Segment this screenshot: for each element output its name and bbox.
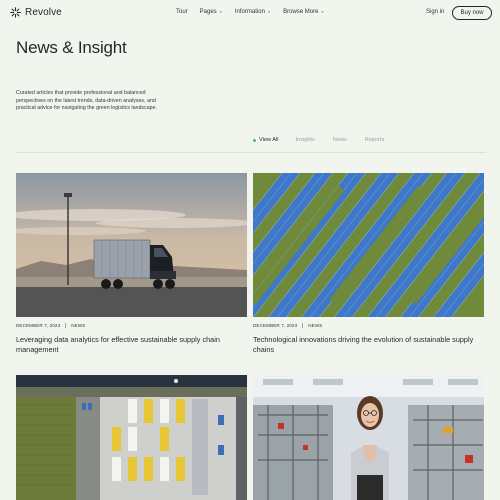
logo[interactable]: Revolve bbox=[10, 7, 62, 18]
tab-insights[interactable]: Insights bbox=[296, 137, 315, 143]
tab-view-all[interactable]: View All bbox=[253, 137, 279, 143]
tab-news[interactable]: News bbox=[333, 137, 347, 143]
article-meta: DECEMBER 7, 2023 NEWS bbox=[16, 323, 85, 328]
tab-label: Insights bbox=[295, 137, 315, 143]
article-title[interactable]: Leveraging data analytics for effective … bbox=[16, 335, 248, 355]
article-image-solar-field[interactable] bbox=[253, 173, 484, 317]
nav-item-label: Browse More bbox=[283, 9, 319, 15]
tab-label: News bbox=[332, 137, 347, 143]
site-header: Revolve Tour Pages ⌄ Information ⌄ Brows… bbox=[0, 0, 500, 28]
chevron-down-icon: ⌄ bbox=[320, 8, 325, 15]
meta-divider bbox=[65, 323, 67, 328]
tab-label: View All bbox=[259, 137, 279, 143]
article-image-factory[interactable] bbox=[253, 375, 484, 500]
nav-item-information[interactable]: Information ⌄ bbox=[234, 8, 272, 16]
nav-item-label: Pages bbox=[199, 9, 217, 15]
chevron-down-icon: ⌄ bbox=[266, 8, 272, 15]
nav-item-browse-more[interactable]: Browse More ⌄ bbox=[283, 8, 325, 16]
article-date: DECEMBER 7, 2023 bbox=[253, 323, 298, 328]
filter-tabs: View All Insights News Reports bbox=[253, 137, 384, 143]
tab-label: Reports bbox=[364, 137, 385, 143]
article-image-truck[interactable] bbox=[16, 173, 247, 317]
active-dot-icon bbox=[253, 138, 256, 142]
article-date: DECEMBER 7, 2023 bbox=[16, 323, 61, 328]
nav-item-label: Information bbox=[234, 9, 265, 15]
chevron-down-icon: ⌄ bbox=[218, 8, 223, 15]
nav-item-tour[interactable]: Tour bbox=[176, 9, 188, 15]
section-divider bbox=[16, 152, 486, 153]
nav-item-pages[interactable]: Pages ⌄ bbox=[199, 8, 223, 16]
sign-in-link[interactable]: Sign in bbox=[426, 9, 444, 15]
logo-text: Revolve bbox=[25, 7, 62, 18]
page-title: News & Insight bbox=[16, 38, 127, 57]
article-meta: DECEMBER 7, 2023 NEWS bbox=[253, 323, 322, 328]
meta-divider bbox=[302, 323, 304, 328]
tab-reports[interactable]: Reports bbox=[365, 137, 385, 143]
article-image-warehouse[interactable] bbox=[16, 375, 247, 500]
article-title[interactable]: Technological innovations driving the ev… bbox=[253, 335, 485, 355]
nav-item-label: Tour bbox=[176, 9, 188, 15]
buy-now-button[interactable]: Buy now bbox=[452, 6, 492, 20]
article-category: NEWS bbox=[71, 323, 86, 328]
article-category: NEWS bbox=[308, 323, 323, 328]
main-nav: Tour Pages ⌄ Information ⌄ Browse More ⌄ bbox=[176, 8, 325, 16]
sparkle-logo-icon bbox=[10, 7, 21, 18]
intro-text: Curated articles that provide profession… bbox=[16, 90, 158, 112]
